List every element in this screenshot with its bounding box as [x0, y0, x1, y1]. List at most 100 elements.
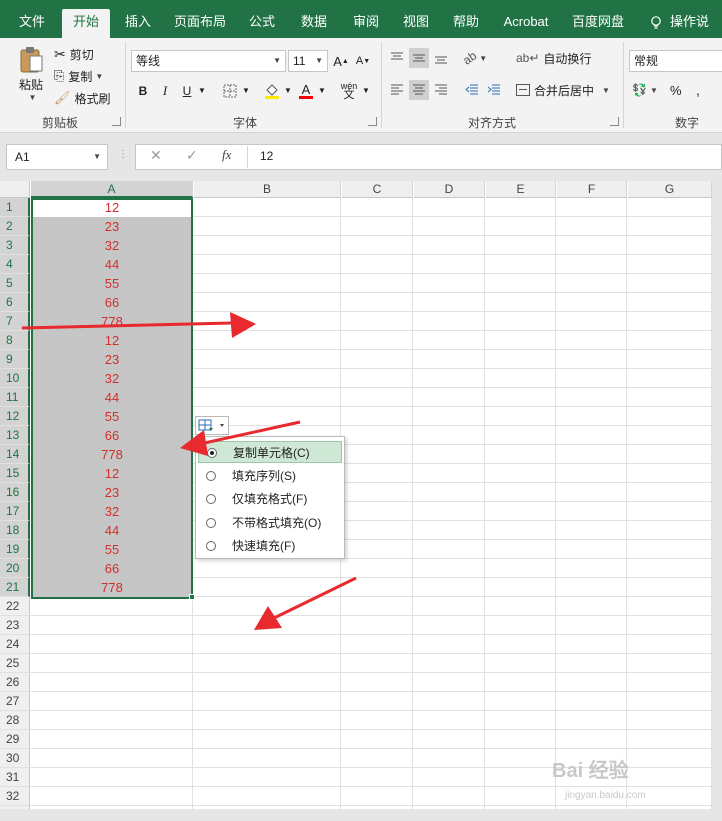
tab-baidu-netdisk[interactable]: 百度网盘 [566, 9, 630, 38]
row-header-14[interactable]: 14 [0, 445, 30, 464]
decrease-indent-icon[interactable] [462, 80, 482, 100]
cell-a3[interactable]: 32 [31, 236, 193, 255]
row-header-23[interactable]: 23 [0, 616, 30, 635]
worksheet-grid[interactable]: A B C D E F G 1 2 3 4 5 6 7 8 9 10 11 12 13 14 15 16 17 18 19 20 21… [0, 181, 712, 809]
row-header-7[interactable]: 7 [0, 312, 30, 331]
row-header-27[interactable]: 27 [0, 692, 30, 711]
autofill-option-5[interactable]: 快速填充(F) [198, 535, 342, 557]
wrap-text-button[interactable]: ab↵ 自动换行 [516, 48, 591, 68]
orientation-button[interactable]: ab ▼ [460, 48, 488, 68]
cell-a1[interactable]: 12 [31, 198, 193, 217]
cell-a19[interactable]: 55 [31, 540, 193, 559]
row-header-32[interactable]: 32 [0, 787, 30, 806]
enter-check-icon[interactable]: ✓ [186, 147, 198, 164]
row-header-20[interactable]: 20 [0, 559, 30, 578]
phonetic-guide-button[interactable]: wén 文 [338, 80, 360, 102]
name-box[interactable]: A1 ▼ [6, 144, 108, 170]
cell-a15[interactable]: 12 [31, 464, 193, 483]
row-header-33[interactable]: 33 [0, 806, 30, 809]
row-header-15[interactable]: 15 [0, 464, 30, 483]
row-header-5[interactable]: 5 [0, 274, 30, 293]
row-header-22[interactable]: 22 [0, 597, 30, 616]
row-header-30[interactable]: 30 [0, 749, 30, 768]
column-header-f[interactable]: F [557, 181, 627, 198]
paste-button[interactable]: 粘贴 ▼ [14, 44, 48, 104]
row-header-6[interactable]: 6 [0, 293, 30, 312]
column-header-g[interactable]: G [628, 181, 712, 198]
row-header-9[interactable]: 9 [0, 350, 30, 369]
row-header-11[interactable]: 11 [0, 388, 30, 407]
fill-handle[interactable] [189, 594, 195, 600]
cell-a14[interactable]: 778 [31, 445, 193, 464]
cell-a13[interactable]: 66 [31, 426, 193, 445]
row-header-10[interactable]: 10 [0, 369, 30, 388]
insert-function-icon[interactable]: fx [222, 147, 231, 163]
cell-a18[interactable]: 44 [31, 521, 193, 540]
italic-button[interactable]: I [158, 80, 172, 102]
cell-a21[interactable]: 778 [31, 578, 193, 597]
autofill-option-3[interactable]: 仅填充格式(F) [198, 488, 342, 510]
tab-formulas[interactable]: 公式 [240, 9, 284, 38]
column-header-d[interactable]: D [414, 181, 485, 198]
row-header-4[interactable]: 4 [0, 255, 30, 274]
cell-a4[interactable]: 44 [31, 255, 193, 274]
tab-file[interactable]: 文件 [8, 9, 56, 38]
number-format-select[interactable]: 常规 [629, 50, 722, 72]
cell-a10[interactable]: 32 [31, 369, 193, 388]
row-header-25[interactable]: 25 [0, 654, 30, 673]
row-header-2[interactable]: 2 [0, 217, 30, 236]
cell-a5[interactable]: 55 [31, 274, 193, 293]
increase-font-icon[interactable]: A ▲ [332, 50, 350, 72]
column-header-e[interactable]: E [486, 181, 556, 198]
autofill-options-button[interactable] [195, 416, 229, 435]
row-header-13[interactable]: 13 [0, 426, 30, 445]
tell-me-search[interactable]: 操作说 [650, 9, 709, 38]
select-all-corner[interactable] [0, 181, 30, 198]
row-header-29[interactable]: 29 [0, 730, 30, 749]
cell-a8[interactable]: 12 [31, 331, 193, 350]
cell-a12[interactable]: 55 [31, 407, 193, 426]
tab-home[interactable]: 开始 [62, 9, 110, 38]
tab-insert[interactable]: 插入 [116, 9, 160, 38]
row-header-1[interactable]: 1 [0, 198, 30, 217]
row-header-17[interactable]: 17 [0, 502, 30, 521]
align-middle-icon[interactable] [409, 48, 429, 68]
row-header-3[interactable]: 3 [0, 236, 30, 255]
column-header-b[interactable]: B [194, 181, 341, 198]
cut-button[interactable]: ✂ 剪切 [54, 44, 94, 64]
dialog-launcher-icon[interactable] [368, 117, 377, 126]
bold-button[interactable]: B [136, 80, 150, 102]
autofill-option-4[interactable]: 不带格式填充(O) [198, 512, 342, 534]
row-header-28[interactable]: 28 [0, 711, 30, 730]
percent-button[interactable]: % [670, 80, 682, 100]
column-header-c[interactable]: C [342, 181, 413, 198]
decrease-font-icon[interactable]: A ▼ [354, 50, 372, 72]
row-header-18[interactable]: 18 [0, 521, 30, 540]
dialog-launcher-icon[interactable] [112, 117, 121, 126]
autofill-option-1[interactable]: 复制单元格(C) [198, 441, 342, 463]
column-header-a[interactable]: A [31, 181, 193, 198]
row-header-21[interactable]: 21 [0, 578, 30, 597]
font-size-select[interactable]: 11 ▼ [288, 50, 328, 72]
row-header-26[interactable]: 26 [0, 673, 30, 692]
row-header-8[interactable]: 8 [0, 331, 30, 350]
increase-indent-icon[interactable] [484, 80, 504, 100]
formula-input[interactable]: 12 [260, 149, 273, 163]
cell-a11[interactable]: 44 [31, 388, 193, 407]
cell-a7[interactable]: 778 [31, 312, 193, 331]
align-center-icon[interactable] [409, 80, 429, 100]
cell-a2[interactable]: 23 [31, 217, 193, 236]
align-top-icon[interactable] [388, 48, 406, 68]
tab-review[interactable]: 审阅 [344, 9, 388, 38]
fill-color-button[interactable] [262, 80, 282, 102]
dialog-launcher-icon[interactable] [610, 117, 619, 126]
tab-page-layout[interactable]: 页面布局 [168, 9, 232, 38]
underline-button[interactable]: U [180, 80, 194, 102]
tab-acrobat[interactable]: Acrobat [496, 9, 556, 38]
align-right-icon[interactable] [432, 80, 450, 100]
row-header-16[interactable]: 16 [0, 483, 30, 502]
cell-a17[interactable]: 32 [31, 502, 193, 521]
format-painter-button[interactable]: 🖌 格式刷 [54, 88, 111, 108]
borders-button[interactable] [220, 80, 240, 102]
align-left-icon[interactable] [388, 80, 406, 100]
